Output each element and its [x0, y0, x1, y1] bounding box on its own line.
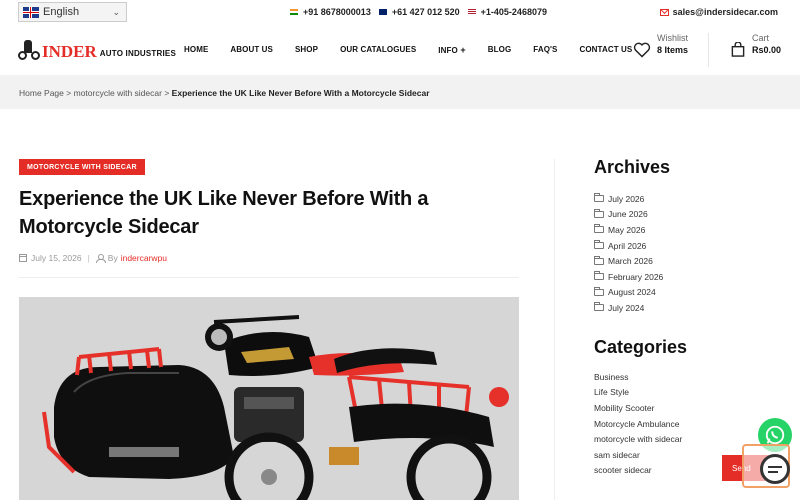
sidebar-divider: [554, 159, 555, 500]
nav-contact-us[interactable]: CONTACT US: [579, 45, 632, 55]
whatsapp-icon: [765, 425, 785, 445]
language-label: English: [43, 6, 80, 18]
archive-item[interactable]: February 2026: [594, 269, 663, 285]
archive-item[interactable]: June 2026: [594, 207, 663, 223]
calendar-icon: [19, 254, 27, 262]
heart-icon: [633, 42, 651, 58]
meta-separator: |: [87, 253, 90, 263]
breadcrumb-bar: Home Page > motorcycle with sidecar > Ex…: [0, 75, 800, 109]
nav-home[interactable]: HOME: [184, 45, 208, 55]
folder-icon: [594, 193, 604, 203]
post-date[interactable]: July 15, 2026: [31, 253, 82, 263]
archive-item[interactable]: May 2026: [594, 222, 663, 238]
chat-bubble-icon[interactable]: [760, 454, 790, 484]
phone-number: +91 8678000013: [303, 7, 371, 17]
breadcrumb: Home Page > motorcycle with sidecar > Ex…: [19, 88, 430, 98]
phone-australia[interactable]: +61 427 012 520: [378, 7, 460, 17]
meta-divider: [19, 277, 519, 278]
archive-label: April 2026: [608, 240, 647, 251]
archive-item[interactable]: August 2024: [594, 285, 663, 301]
phone-number: +1-405-2468079: [480, 7, 547, 17]
wishlist-label: Wishlist: [657, 33, 688, 43]
australia-flag-icon: [378, 9, 387, 15]
wishlist-link[interactable]: Wishlist 8 Items: [633, 32, 703, 70]
archives-list: July 2026 June 2026 May 2026 April 2026 …: [594, 191, 663, 316]
shopping-bag-icon: [731, 42, 745, 57]
email-link[interactable]: sales@indersidecar.com: [659, 7, 778, 17]
category-item[interactable]: Mobility Scooter: [594, 400, 682, 416]
archive-label: May 2026: [608, 224, 646, 235]
motorcycle-logo-icon: [18, 38, 40, 60]
cart-label: Cart: [752, 33, 770, 43]
main-nav: HOME ABOUT US SHOP OUR CATALOGUES INFO B…: [184, 45, 654, 55]
post-meta: July 15, 2026 | By indercarwpu: [19, 253, 167, 263]
breadcrumb-home[interactable]: Home Page: [19, 88, 64, 98]
post-author[interactable]: indercarwpu: [121, 253, 167, 263]
archives-heading: Archives: [594, 157, 671, 177]
breadcrumb-separator: >: [66, 88, 72, 98]
india-flag-icon: [290, 9, 298, 15]
usa-flag-icon: [467, 9, 476, 15]
user-icon: [95, 254, 106, 263]
nav-faqs[interactable]: FAQ'S: [533, 45, 557, 55]
site-header: INDER AUTO INDUSTRIES HOME ABOUT US SHOP…: [0, 25, 800, 75]
archive-item[interactable]: July 2024: [594, 300, 663, 316]
folder-icon: [594, 271, 604, 281]
logo-main-text: INDER: [42, 42, 97, 61]
nav-about-us[interactable]: ABOUT US: [230, 45, 273, 55]
archive-item[interactable]: March 2026: [594, 253, 663, 269]
categories-list: Business Life Style Mobility Scooter Mot…: [594, 369, 682, 478]
folder-icon: [594, 302, 604, 312]
categories-heading: Categories: [594, 337, 688, 357]
top-bar: English ⌄ +91 8678000013 +61 427 012 520…: [0, 0, 800, 25]
folder-icon: [594, 224, 604, 234]
category-badge[interactable]: MOTORCYCLE WITH SIDECAR: [19, 159, 145, 175]
by-label: By: [107, 253, 118, 263]
nav-catalogues[interactable]: OUR CATALOGUES: [340, 45, 416, 55]
post-title: Experience the UK Like Never Before With…: [19, 188, 429, 238]
archive-label: February 2026: [608, 271, 664, 282]
category-item[interactable]: sam sidecar: [594, 447, 682, 463]
category-item[interactable]: motorcycle with sidecar: [594, 431, 682, 447]
site-logo[interactable]: INDER AUTO INDUSTRIES: [18, 38, 176, 60]
nav-shop[interactable]: SHOP: [295, 45, 318, 55]
archive-label: July 2026: [608, 193, 645, 204]
archive-item[interactable]: July 2026: [594, 191, 663, 207]
phone-usa[interactable]: +1-405-2468079: [467, 7, 547, 17]
chevron-down-icon: ⌄: [112, 7, 120, 17]
wishlist-count: 8 Items: [657, 45, 689, 55]
folder-icon: [594, 255, 604, 265]
motorcycle-sidecar-image: [19, 297, 519, 500]
folder-icon: [594, 240, 604, 250]
archive-item[interactable]: April 2026: [594, 238, 663, 254]
cart-amount: Rs0.00: [752, 45, 782, 55]
category-item[interactable]: Motorcycle Ambulance: [594, 416, 682, 432]
archive-label: June 2026: [608, 209, 648, 220]
nav-blog[interactable]: BLOG: [488, 45, 512, 55]
category-item[interactable]: Life Style: [594, 385, 682, 401]
uk-flag-icon: [23, 6, 39, 18]
logo-sub-text: AUTO INDUSTRIES: [99, 49, 176, 58]
cart-link[interactable]: Cart Rs0.00: [731, 32, 791, 70]
phone-number: +61 427 012 520: [391, 7, 460, 17]
breadcrumb-category[interactable]: motorcycle with sidecar: [74, 88, 162, 98]
archive-label: August 2024: [608, 287, 656, 298]
email-address: sales@indersidecar.com: [672, 7, 778, 17]
archive-label: July 2024: [608, 302, 645, 313]
archive-label: March 2026: [608, 256, 653, 267]
folder-icon: [594, 286, 604, 296]
category-item[interactable]: Business: [594, 369, 682, 385]
phone-india[interactable]: +91 8678000013: [290, 7, 371, 17]
header-divider: [708, 33, 709, 67]
breadcrumb-current: Experience the UK Like Never Before With…: [171, 88, 430, 98]
post-featured-image: [19, 297, 519, 500]
nav-info[interactable]: INFO: [438, 45, 465, 55]
breadcrumb-separator: >: [164, 88, 170, 98]
mail-icon: [659, 8, 669, 16]
category-item[interactable]: scooter sidecar: [594, 463, 682, 479]
phone-list: +91 8678000013 +61 427 012 520 +1-405-24…: [290, 7, 547, 17]
folder-icon: [594, 208, 604, 218]
language-selector[interactable]: English ⌄: [18, 2, 127, 22]
